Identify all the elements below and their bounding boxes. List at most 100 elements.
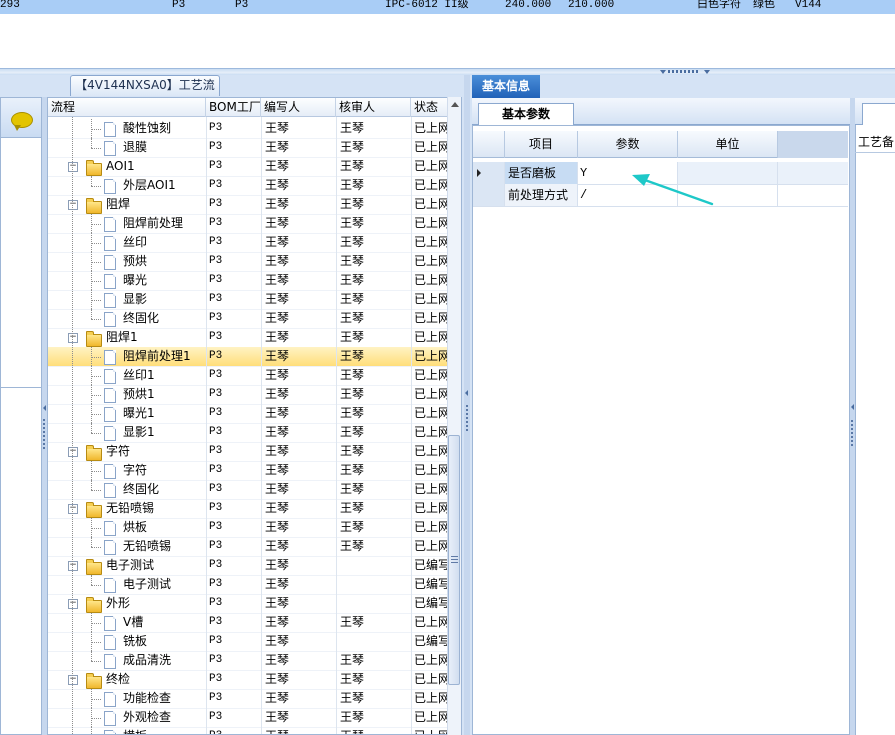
bom-cell[interactable]: P3 [209, 556, 259, 575]
status-cell[interactable]: 已上网 [414, 404, 450, 423]
bom-cell[interactable]: P3 [209, 309, 259, 328]
status-cell[interactable]: 已上网 [414, 252, 450, 271]
tree-folder-row[interactable]: − AOI1 P3 王琴 王琴 已上网 [48, 157, 461, 177]
reviewer-cell[interactable]: 王琴 [340, 290, 410, 309]
bom-cell[interactable]: P3 [209, 518, 259, 537]
writer-cell[interactable]: 王琴 [265, 480, 335, 499]
tree-node-label[interactable]: V槽 [123, 613, 206, 632]
tree-leaf-row[interactable]: 终固化 P3 王琴 王琴 已上网 [48, 480, 461, 500]
tree-leaf-row[interactable]: 显影1 P3 王琴 王琴 已上网 [48, 423, 461, 443]
status-cell[interactable]: 已上网 [414, 195, 450, 214]
writer-cell[interactable]: 王琴 [265, 366, 335, 385]
reviewer-cell[interactable]: 王琴 [340, 157, 410, 176]
reviewer-cell[interactable]: 王琴 [340, 651, 410, 670]
bom-cell[interactable]: P3 [209, 537, 259, 556]
writer-cell[interactable]: 王琴 [265, 328, 335, 347]
bom-cell[interactable]: P3 [209, 366, 259, 385]
status-cell[interactable]: 已上网 [414, 499, 450, 518]
tree-node-label[interactable]: 铣板 [123, 632, 206, 651]
parameter-grid[interactable] [472, 125, 850, 735]
status-cell[interactable]: 已编写 [414, 632, 450, 651]
reviewer-cell[interactable]: 王琴 [340, 309, 410, 328]
tree-folder-row[interactable]: − 无铅喷锡 P3 王琴 王琴 已上网 [48, 499, 461, 519]
tree-node-label[interactable]: 电子测试 [123, 575, 206, 594]
status-cell[interactable]: 已上网 [414, 176, 450, 195]
collapse-toggle-icon[interactable]: − [68, 504, 78, 514]
status-cell[interactable]: 已上网 [414, 119, 450, 138]
tree-node-label[interactable]: 阻焊 [106, 195, 206, 214]
status-cell[interactable]: 已上网 [414, 423, 450, 442]
tree-folder-row[interactable]: − 外形 P3 王琴 已编写 [48, 594, 461, 614]
status-cell[interactable]: 已编写 [414, 594, 450, 613]
bom-cell[interactable]: P3 [209, 689, 259, 708]
writer-cell[interactable]: 王琴 [265, 556, 335, 575]
bom-cell[interactable]: P3 [209, 670, 259, 689]
writer-cell[interactable]: 王琴 [265, 195, 335, 214]
status-cell[interactable]: 已上网 [414, 537, 450, 556]
tree-node-label[interactable]: 无铅喷锡 [123, 537, 206, 556]
reviewer-cell[interactable]: 王琴 [340, 404, 410, 423]
writer-cell[interactable]: 王琴 [265, 727, 335, 734]
writer-cell[interactable]: 王琴 [265, 461, 335, 480]
collapse-middle-icon[interactable] [465, 390, 468, 396]
status-cell[interactable]: 已上网 [414, 138, 450, 157]
writer-cell[interactable]: 王琴 [265, 347, 335, 366]
collapse-toggle-icon[interactable]: − [68, 162, 78, 172]
tree-node-label[interactable]: 显影1 [123, 423, 206, 442]
writer-cell[interactable]: 王琴 [265, 385, 335, 404]
tree-folder-row[interactable]: − 电子测试 P3 王琴 已编写 [48, 556, 461, 576]
tab-process-flow[interactable]: 【4V144NXSA0】工艺流程 [70, 75, 220, 111]
tree-node-label[interactable]: 外观检查 [123, 708, 206, 727]
top-grid-cell[interactable]: V144 [795, 0, 821, 11]
writer-cell[interactable]: 王琴 [265, 214, 335, 233]
writer-cell[interactable]: 王琴 [265, 594, 335, 613]
bom-cell[interactable]: P3 [209, 461, 259, 480]
reviewer-cell[interactable]: 王琴 [340, 461, 410, 480]
writer-cell[interactable]: 王琴 [265, 651, 335, 670]
column-header-param[interactable]: 参数 [578, 131, 678, 158]
tree-leaf-row[interactable]: 功能检查 P3 王琴 王琴 已上网 [48, 689, 461, 709]
reviewer-cell[interactable]: 王琴 [340, 670, 410, 689]
collapse-toggle-icon[interactable]: − [68, 200, 78, 210]
bom-cell[interactable]: P3 [209, 347, 259, 366]
bom-cell[interactable]: P3 [209, 499, 259, 518]
collapse-toggle-icon[interactable]: − [68, 599, 78, 609]
bom-cell[interactable]: P3 [209, 423, 259, 442]
tab-basic-parameters[interactable]: 基本参数 [478, 103, 574, 125]
tree-folder-row[interactable]: − 终检 P3 王琴 王琴 已上网 [48, 670, 461, 690]
reviewer-cell[interactable]: 王琴 [340, 214, 410, 233]
status-cell[interactable]: 已上网 [414, 233, 450, 252]
writer-cell[interactable]: 王琴 [265, 499, 335, 518]
tree-node-label[interactable]: 预烘 [123, 252, 206, 271]
reviewer-cell[interactable] [340, 575, 410, 594]
writer-cell[interactable]: 王琴 [265, 518, 335, 537]
tree-leaf-row[interactable]: 丝印1 P3 王琴 王琴 已上网 [48, 366, 461, 386]
column-header-reviewer[interactable]: 核审人 [336, 98, 411, 117]
tree-leaf-row[interactable]: 丝印 P3 王琴 王琴 已上网 [48, 233, 461, 253]
reviewer-cell[interactable]: 王琴 [340, 708, 410, 727]
tree-leaf-row[interactable]: 阻焊前处理 P3 王琴 王琴 已上网 [48, 214, 461, 234]
tree-leaf-row[interactable]: 预烘1 P3 王琴 王琴 已上网 [48, 385, 461, 405]
tree-leaf-row[interactable]: 铣板 P3 王琴 已编写 [48, 632, 461, 652]
collapse-toggle-icon[interactable]: − [68, 561, 78, 571]
reviewer-cell[interactable]: 王琴 [340, 233, 410, 252]
writer-cell[interactable]: 王琴 [265, 670, 335, 689]
reviewer-cell[interactable]: 王琴 [340, 727, 410, 734]
bom-cell[interactable]: P3 [209, 442, 259, 461]
status-cell[interactable]: 已上网 [414, 328, 450, 347]
tree-node-label[interactable]: 外层AOI1 [123, 176, 206, 195]
tree-node-label[interactable]: 显影 [123, 290, 206, 309]
writer-cell[interactable]: 王琴 [265, 233, 335, 252]
tree-leaf-row[interactable]: 显影 P3 王琴 王琴 已上网 [48, 290, 461, 310]
reviewer-cell[interactable]: 王琴 [340, 689, 410, 708]
top-grid-cell[interactable]: 绿色 [753, 0, 775, 11]
bom-cell[interactable]: P3 [209, 594, 259, 613]
writer-cell[interactable]: 王琴 [265, 613, 335, 632]
bom-cell[interactable]: P3 [209, 176, 259, 195]
tree-node-label[interactable]: 阻焊前处理1 [123, 347, 206, 366]
tree-leaf-row[interactable]: 外观检查 P3 王琴 王琴 已上网 [48, 708, 461, 728]
bom-cell[interactable]: P3 [209, 575, 259, 594]
reviewer-cell[interactable] [340, 594, 410, 613]
tree-leaf-row[interactable]: 阻焊前处理1 P3 王琴 王琴 已上网 [48, 347, 461, 367]
collapse-toggle-icon[interactable]: − [68, 675, 78, 685]
